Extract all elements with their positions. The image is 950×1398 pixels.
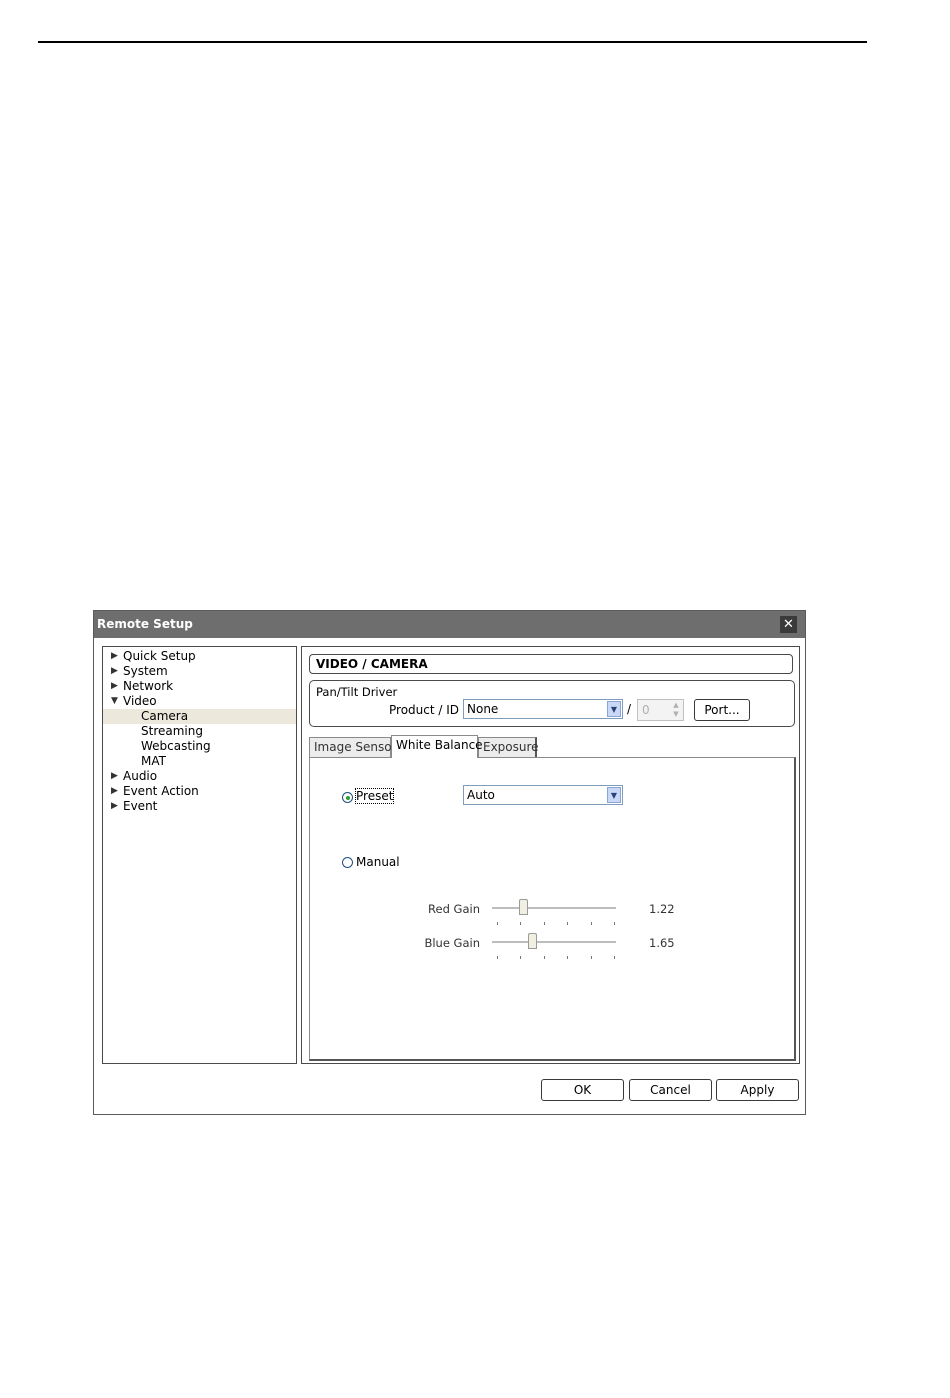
window-title: Remote Setup [97, 617, 193, 631]
cancel-button[interactable]: Cancel [629, 1079, 712, 1101]
pan-tilt-driver-group: Pan/Tilt Driver Product / ID None ▼ / 0 … [309, 680, 795, 727]
slider-tick [544, 922, 545, 925]
tab-exposure[interactable]: Exposure [478, 737, 539, 757]
expand-arrow-icon[interactable]: ▶ [111, 784, 118, 799]
close-icon[interactable]: ✕ [780, 616, 797, 633]
settings-tree: ▶ Quick Setup ▶ System ▶ Network ▼ Video… [102, 646, 297, 1064]
spin-down-icon[interactable]: ▼ [673, 710, 678, 718]
chevron-down-icon[interactable]: ▼ [607, 701, 621, 717]
tree-item-camera[interactable]: Camera [103, 709, 296, 724]
spin-up-icon[interactable]: ▲ [673, 701, 678, 709]
tree-item-mat[interactable]: MAT [103, 754, 296, 769]
tree-item-label: Event [123, 799, 158, 813]
slider-tick [497, 956, 498, 959]
tree-item-network[interactable]: ▶ Network [103, 679, 296, 694]
tree-item-event-action[interactable]: ▶ Event Action [103, 784, 296, 799]
slider-tick [591, 922, 592, 925]
tree-item-system[interactable]: ▶ System [103, 664, 296, 679]
spinner-arrows-icon[interactable]: ▲ ▼ [670, 701, 682, 719]
remote-setup-dialog: Remote Setup ✕ ▶ Quick Setup ▶ System ▶ … [93, 610, 806, 1115]
tree-item-event[interactable]: ▶ Event [103, 799, 296, 814]
slider-tick [591, 956, 592, 959]
expand-arrow-icon[interactable]: ▶ [111, 769, 118, 784]
expand-arrow-icon[interactable]: ▶ [111, 679, 118, 694]
tree-item-video[interactable]: ▼ Video [103, 694, 296, 709]
manual-label[interactable]: Manual [356, 855, 400, 869]
blue-gain-value: 1.65 [649, 936, 675, 950]
slider-tick [614, 956, 615, 959]
product-id-label: Product / ID [389, 703, 460, 717]
tree-item-label: MAT [141, 754, 166, 768]
product-select[interactable]: None ▼ [463, 699, 623, 719]
tree-item-label: Quick Setup [123, 649, 196, 663]
white-balance-panel: Preset Auto ▼ Manual Red Gain 1.22 Blue … [309, 757, 796, 1061]
expand-arrow-icon[interactable]: ▶ [111, 664, 118, 679]
separator: / [627, 702, 632, 716]
collapse-arrow-icon[interactable]: ▼ [111, 694, 118, 709]
preset-label[interactable]: Preset [354, 788, 395, 804]
tree-item-quick-setup[interactable]: ▶ Quick Setup [103, 649, 296, 664]
red-gain-slider-thumb[interactable] [518, 899, 528, 915]
tree-item-label: Video [123, 694, 157, 708]
blue-gain-slider-thumb[interactable] [528, 933, 538, 949]
settings-content: VIDEO / CAMERA Pan/Tilt Driver Product /… [301, 646, 800, 1064]
tree-item-streaming[interactable]: Streaming [103, 724, 296, 739]
slider-tick [567, 922, 568, 925]
tree-item-audio[interactable]: ▶ Audio [103, 769, 296, 784]
tree-item-label: Streaming [141, 724, 203, 738]
ok-button[interactable]: OK [541, 1079, 624, 1101]
tree-item-label: Audio [123, 769, 158, 783]
blue-gain-label: Blue Gain [424, 936, 480, 950]
slider-tick [497, 922, 498, 925]
tab-white-balance[interactable]: White Balance [391, 735, 483, 758]
port-button[interactable]: Port... [694, 699, 750, 721]
tree-item-label: Camera [141, 709, 189, 723]
expand-arrow-icon[interactable]: ▶ [111, 649, 118, 664]
blue-gain-track[interactable] [492, 941, 616, 944]
tree-item-label: Event Action [123, 784, 199, 798]
title-bar[interactable]: Remote Setup ✕ [94, 611, 805, 638]
radio-selected-dot [346, 796, 350, 800]
slider-tick [544, 956, 545, 959]
tab-image-sensor[interactable]: Image Sensor [309, 737, 397, 757]
red-gain-label: Red Gain [428, 902, 480, 916]
product-select-value: None [467, 702, 499, 716]
tree-item-label: System [123, 664, 168, 678]
tree-item-label: Network [123, 679, 174, 693]
slider-tick [520, 922, 521, 925]
preset-select[interactable]: Auto ▼ [463, 785, 623, 805]
apply-button[interactable]: Apply [716, 1079, 799, 1101]
manual-radio[interactable] [342, 857, 353, 868]
slider-tick [614, 922, 615, 925]
id-spinner-value: 0 [642, 703, 650, 717]
tree-item-webcasting[interactable]: Webcasting [103, 739, 296, 754]
chevron-down-icon[interactable]: ▼ [607, 787, 621, 803]
slider-tick [567, 956, 568, 959]
page-header-rule [38, 41, 867, 43]
id-spinner[interactable]: 0 ▲ ▼ [637, 699, 684, 721]
slider-tick [520, 956, 521, 959]
red-gain-value: 1.22 [649, 902, 675, 916]
preset-radio[interactable] [342, 792, 353, 803]
expand-arrow-icon[interactable]: ▶ [111, 799, 118, 814]
section-title: VIDEO / CAMERA [309, 654, 793, 674]
preset-select-value: Auto [467, 788, 495, 802]
red-gain-track[interactable] [492, 907, 616, 910]
group-label: Pan/Tilt Driver [316, 685, 398, 699]
tree-item-label: Webcasting [141, 739, 211, 753]
